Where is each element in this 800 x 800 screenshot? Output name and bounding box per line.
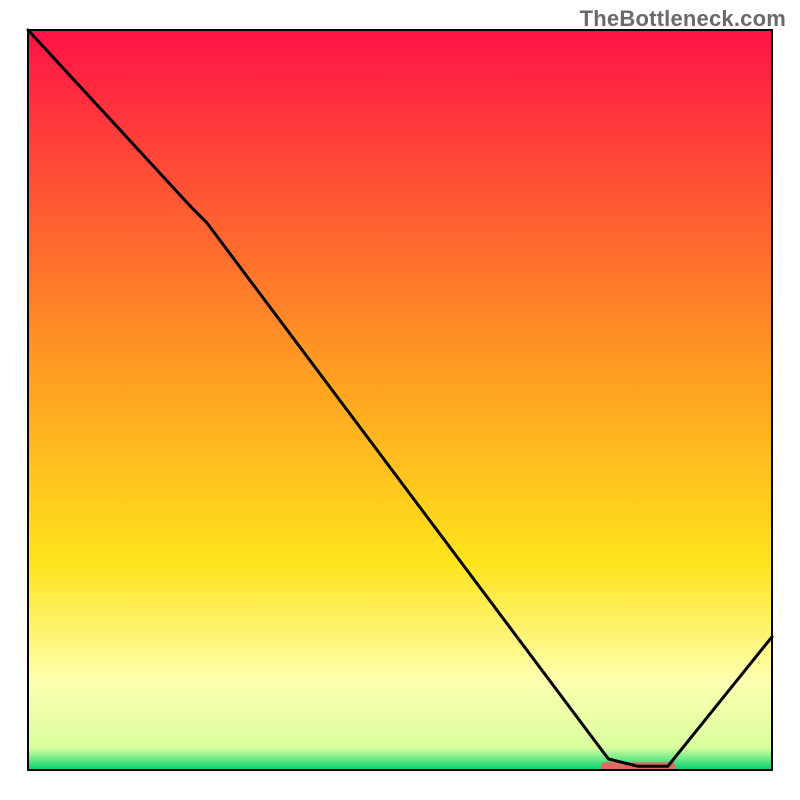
plot-background [28,30,772,770]
attribution-label: TheBottleneck.com [580,6,786,32]
bottleneck-chart [0,0,800,800]
chart-stage: TheBottleneck.com [0,0,800,800]
